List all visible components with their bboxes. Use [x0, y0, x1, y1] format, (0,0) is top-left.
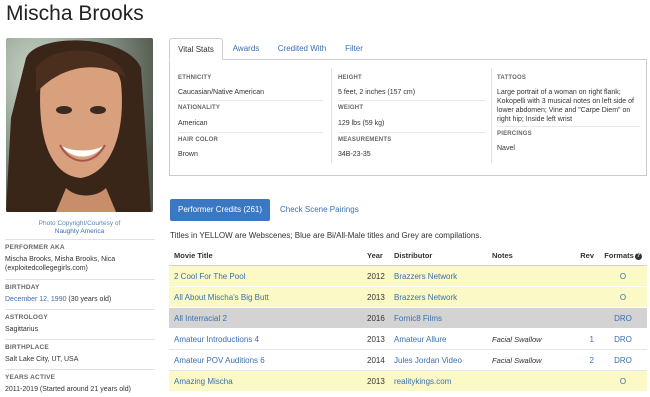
section-birthplace: BIRTHPLACE Salt Lake City, UT, USA [5, 339, 155, 364]
vital-stats-panel: ETHNICITY Caucasian/Native American NATI… [169, 60, 647, 176]
astrology-link[interactable]: Sagittarius [5, 325, 155, 334]
review-count-link[interactable]: 2 [574, 350, 594, 371]
section-label: YEARS ACTIVE [5, 374, 56, 381]
column-divider [331, 68, 332, 163]
year: 2013 [367, 293, 385, 302]
distributor-link[interactable]: Brazzers Network [394, 266, 457, 287]
birthday-link[interactable]: December 12, 1990 [5, 296, 66, 303]
help-icon[interactable]: ? [634, 253, 642, 260]
formats-link[interactable]: O [601, 287, 645, 308]
formats-link[interactable]: DRO [601, 350, 645, 371]
section-label: PERFORMER AKA [5, 244, 65, 251]
divider [338, 132, 486, 133]
column-header-notes: Notes [492, 251, 513, 260]
movie-title-link[interactable]: 2 Cool For The Pool [174, 266, 245, 287]
table-row: All Interracial 2 2016 Fornic8 Films DRO [169, 308, 647, 329]
column-header-year[interactable]: Year [367, 246, 383, 266]
years-active-value: 2011-2019 (Started around 21 years old) [5, 386, 131, 393]
performer-photo[interactable] [6, 38, 153, 212]
formats-link[interactable]: O [601, 371, 645, 392]
distributor-link[interactable]: Brazzers Network [394, 287, 457, 308]
section-birthday: BIRTHDAY December 12, 1990 (30 years old… [5, 279, 155, 304]
ethnicity-label: ETHNICITY [178, 75, 212, 81]
birthplace-value: Salt Lake City, UT, USA [5, 356, 79, 363]
formats-link[interactable]: DRO [601, 308, 645, 329]
portrait-image [6, 38, 153, 212]
divider [178, 132, 323, 133]
column-header-rev[interactable]: Rev [574, 246, 594, 266]
year: 2012 [367, 272, 385, 281]
distributor-link[interactable]: realitykings.com [394, 371, 451, 392]
page-title: Mischa Brooks [6, 2, 144, 25]
formats-link[interactable]: DRO [601, 329, 645, 350]
table-row: 2 Cool For The Pool 2012 Brazzers Networ… [169, 266, 647, 287]
credits-table: Movie Title Year Distributor Notes Rev F… [169, 246, 647, 392]
birthday-value: December 12, 1990 (30 years old) [5, 295, 155, 304]
movie-title-link[interactable]: Amazing Mischa [174, 371, 233, 392]
table-row: Amateur POV Auditions 6 2014 Jules Jorda… [169, 350, 647, 371]
review-count-link[interactable]: 1 [574, 329, 594, 350]
divider [178, 100, 323, 101]
year: 2013 [367, 377, 385, 386]
piercings-value: Navel [497, 145, 515, 152]
performer-credits-button[interactable]: Performer Credits (261) [170, 199, 270, 221]
tab-credited-with[interactable]: Credited With [269, 38, 335, 60]
section-performer-aka: PERFORMER AKA Mischa Brooks, Misha Brook… [5, 239, 155, 273]
section-years-active: YEARS ACTIVE 2011-2019 (Started around 2… [5, 369, 155, 394]
year: 2014 [367, 356, 385, 365]
photo-credit-line: Photo Copyright/Courtesy of [38, 220, 121, 227]
tattoos-label: TATTOOS [497, 75, 527, 81]
tattoos-value: Large portrait of a woman on right flank… [497, 89, 634, 123]
tab-filter[interactable]: Filter [335, 38, 373, 60]
formats-label: Formats [604, 251, 634, 260]
height-label: HEIGHT [338, 75, 362, 81]
column-header-distributor[interactable]: Distributor [394, 246, 432, 266]
photo-credit: Photo Copyright/Courtesy of Naughty Amer… [6, 220, 153, 236]
hair-color-label: HAIR COLOR [178, 137, 218, 143]
column-header-formats: Formats? [601, 246, 645, 266]
piercings-label: PIERCINGS [497, 131, 532, 137]
check-scene-pairings-link[interactable]: Check Scene Pairings [280, 199, 359, 221]
tab-vital-stats[interactable]: Vital Stats [169, 38, 223, 60]
weight-label: WEIGHT [338, 105, 364, 111]
column-divider [491, 68, 492, 163]
ethnicity-value: Caucasian/Native American [178, 89, 264, 96]
distributor-link[interactable]: Fornic8 Films [394, 308, 442, 329]
movie-title-link[interactable]: All Interracial 2 [174, 308, 227, 329]
aka-value: Mischa Brooks, Misha Brooks, Nica (explo… [5, 256, 116, 272]
section-label: BIRTHDAY [5, 284, 40, 291]
photo-credit-source[interactable]: Naughty America [6, 228, 153, 236]
measurements-value: 34B-23-35 [338, 151, 371, 158]
nationality-label: NATIONALITY [178, 105, 221, 111]
section-astrology: ASTROLOGY Sagittarius [5, 309, 155, 334]
year: 2013 [367, 335, 385, 344]
nationality-value: American [178, 120, 208, 127]
section-label: BIRTHPLACE [5, 344, 49, 351]
tab-awards[interactable]: Awards [223, 38, 269, 60]
notes: Facial Swallow [492, 356, 542, 365]
section-label: ASTROLOGY [5, 314, 48, 321]
notes: Facial Swallow [492, 335, 542, 344]
movie-title-link[interactable]: All About Mischa's Big Butt [174, 287, 269, 308]
color-legend-text: Titles in YELLOW are Webscenes; Blue are… [170, 231, 482, 240]
movie-title-link[interactable]: Amateur Introductions 4 [174, 329, 259, 350]
weight-value: 129 lbs (59 kg) [338, 120, 385, 127]
measurements-label: MEASUREMENTS [338, 137, 392, 143]
column-header-title[interactable]: Movie Title [174, 246, 213, 266]
hair-color-value: Brown [178, 151, 198, 158]
formats-link[interactable]: O [601, 266, 645, 287]
age-text: (30 years old) [66, 296, 112, 303]
height-value: 5 feet, 2 inches (157 cm) [338, 89, 416, 96]
year: 2016 [367, 314, 385, 323]
distributor-link[interactable]: Amateur Allure [394, 329, 446, 350]
divider [497, 126, 640, 127]
table-header-row: Movie Title Year Distributor Notes Rev F… [169, 246, 647, 266]
divider [338, 100, 486, 101]
table-row: Amateur Introductions 4 2013 Amateur All… [169, 329, 647, 350]
distributor-link[interactable]: Jules Jordan Video [394, 350, 462, 371]
table-row: All About Mischa's Big Butt 2013 Brazzer… [169, 287, 647, 308]
movie-title-link[interactable]: Amateur POV Auditions 6 [174, 350, 265, 371]
stats-tabs: Vital Stats Awards Credited With Filter [169, 38, 647, 60]
table-row: Amazing Mischa 2013 realitykings.com O [169, 371, 647, 392]
